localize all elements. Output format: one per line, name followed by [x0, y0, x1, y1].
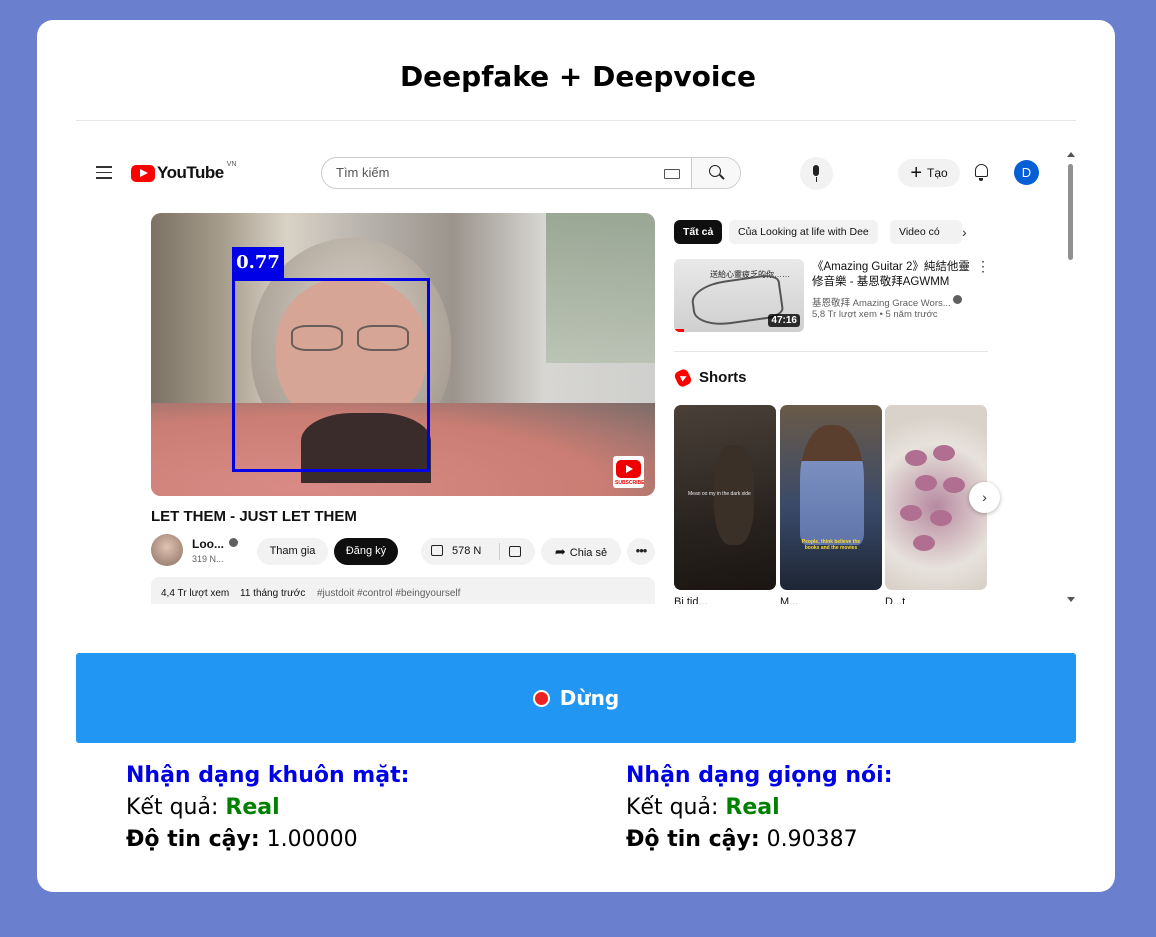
shorts-heading: Shorts	[699, 369, 747, 386]
face-confidence-label: Độ tin cậy:	[126, 827, 260, 852]
channel-avatar[interactable]	[151, 534, 183, 566]
voice-confidence-label: Độ tin cậy:	[626, 827, 760, 852]
chevron-right-icon[interactable]: ›	[962, 224, 967, 240]
channel-name[interactable]: Loo...	[192, 537, 224, 551]
recommendation-meta: 5,8 Tr lượt xem • 5 năm trước	[812, 309, 938, 320]
short-item[interactable]: People, think believe the books and the …	[780, 405, 882, 590]
youtube-play-icon	[131, 164, 155, 182]
screen-capture: YouTube VN + Tạo D 0.77 SUBSCRIBE LET TH…	[76, 146, 1076, 604]
verified-icon	[229, 538, 238, 547]
short-title[interactable]: M...	[780, 596, 798, 604]
subscriber-count: 319 N...	[192, 554, 224, 564]
face-result-label: Kết quả:	[126, 795, 219, 820]
share-button[interactable]: ➦ Chia sẻ	[541, 538, 621, 565]
youtube-wordmark: YouTube	[157, 163, 224, 182]
subscribe-watermark-icon: SUBSCRIBE	[613, 456, 644, 488]
search-icon	[709, 165, 721, 177]
subscribe-button[interactable]: Đăng ký	[334, 538, 398, 565]
face-result-value: Real	[225, 795, 280, 820]
voice-confidence-value: 0.90387	[766, 827, 858, 852]
like-dislike-bar: 578 N	[421, 538, 535, 565]
scrollbar-thumb[interactable]	[1068, 164, 1073, 260]
face-detection-box	[232, 278, 430, 472]
create-button[interactable]: + Tạo	[898, 159, 960, 187]
face-heading: Nhận dạng khuôn mặt:	[126, 763, 410, 788]
short-title[interactable]: D...t	[885, 596, 905, 604]
like-count[interactable]: 578 N	[452, 545, 481, 557]
chip-all[interactable]: Tất cả	[674, 220, 723, 244]
short-item[interactable]: Mean oo my in the dark side	[674, 405, 776, 590]
recommendation-title[interactable]: 《Amazing Guitar 2》純結他靈修音樂 - 基恩敬拜AGWMM	[812, 260, 970, 290]
short-caption: People, think believe the books and the …	[801, 539, 861, 551]
share-icon: ➦	[554, 544, 566, 559]
stop-button[interactable]: Dừng	[76, 653, 1076, 743]
video-player[interactable]: 0.77 SUBSCRIBE	[151, 213, 655, 496]
scrollbar[interactable]	[1066, 152, 1076, 604]
scroll-up-icon[interactable]	[1067, 152, 1075, 157]
search-box	[321, 157, 741, 189]
voice-heading: Nhận dạng giọng nói:	[626, 763, 893, 788]
chip-channel[interactable]: Của Looking at life with Dee	[729, 220, 878, 244]
keyboard-icon[interactable]	[664, 169, 680, 179]
video-description[interactable]: 4,4 Tr lượt xem 11 tháng trước #justdoit…	[151, 577, 655, 604]
more-actions-icon[interactable]: •••	[627, 538, 655, 565]
search-input[interactable]	[334, 164, 708, 181]
page-title: Deepfake + Deepvoice	[399, 60, 757, 93]
user-avatar[interactable]: D	[1014, 160, 1039, 185]
plus-icon: +	[910, 162, 922, 184]
voice-result-value: Real	[725, 795, 780, 820]
country-code: VN	[226, 160, 237, 168]
video-duration: 47:16	[768, 314, 800, 327]
video-title: LET THEM - JUST LET THEM	[151, 508, 357, 525]
verified-icon	[953, 295, 962, 304]
microphone-icon	[813, 165, 819, 176]
recommendation-thumbnail[interactable]: 送給心靈疲乏的你…… 47:16	[674, 259, 804, 332]
chip-related[interactable]: Video có	[890, 220, 962, 244]
notifications-bell-icon[interactable]	[975, 164, 988, 181]
scroll-down-icon[interactable]	[1067, 597, 1075, 602]
face-detection-score: 0.77	[232, 247, 284, 279]
face-confidence-value: 1.00000	[266, 827, 358, 852]
hashtags[interactable]: #justdoit #control #beingyourself	[317, 588, 460, 599]
dislike-icon[interactable]	[509, 546, 521, 557]
youtube-logo[interactable]: YouTube VN	[131, 160, 237, 183]
face-result-panel: Nhận dạng khuôn mặt: Kết quả: Real Độ ti…	[126, 760, 409, 856]
voice-result-label: Kết quả:	[626, 795, 719, 820]
menu-icon[interactable]	[96, 166, 112, 179]
publish-date: 11 tháng trước	[240, 588, 306, 599]
share-label: Chia sẻ	[569, 547, 608, 559]
short-title[interactable]: Bi tid...	[674, 596, 708, 604]
title-divider	[76, 120, 1076, 121]
voice-result-panel: Nhận dạng giọng nói: Kết quả: Real Độ ti…	[626, 760, 893, 856]
view-count: 4,4 Tr lượt xem	[161, 588, 230, 599]
create-label: Tạo	[927, 166, 948, 180]
voice-search-button[interactable]	[800, 157, 833, 190]
join-button[interactable]: Tham gia	[257, 538, 328, 565]
short-caption: Mean oo my in the dark side	[688, 491, 751, 497]
like-icon[interactable]	[431, 545, 443, 556]
recommendation-channel[interactable]: 基恩敬拜 Amazing Grace Wors...	[812, 295, 951, 309]
shorts-icon	[673, 367, 693, 389]
record-stop-icon	[532, 689, 550, 707]
stop-label: Dừng	[559, 686, 620, 710]
shorts-next-button[interactable]: ›	[969, 482, 1000, 513]
kebab-menu-icon[interactable]: ⋮	[976, 259, 990, 273]
search-button[interactable]	[691, 158, 740, 188]
